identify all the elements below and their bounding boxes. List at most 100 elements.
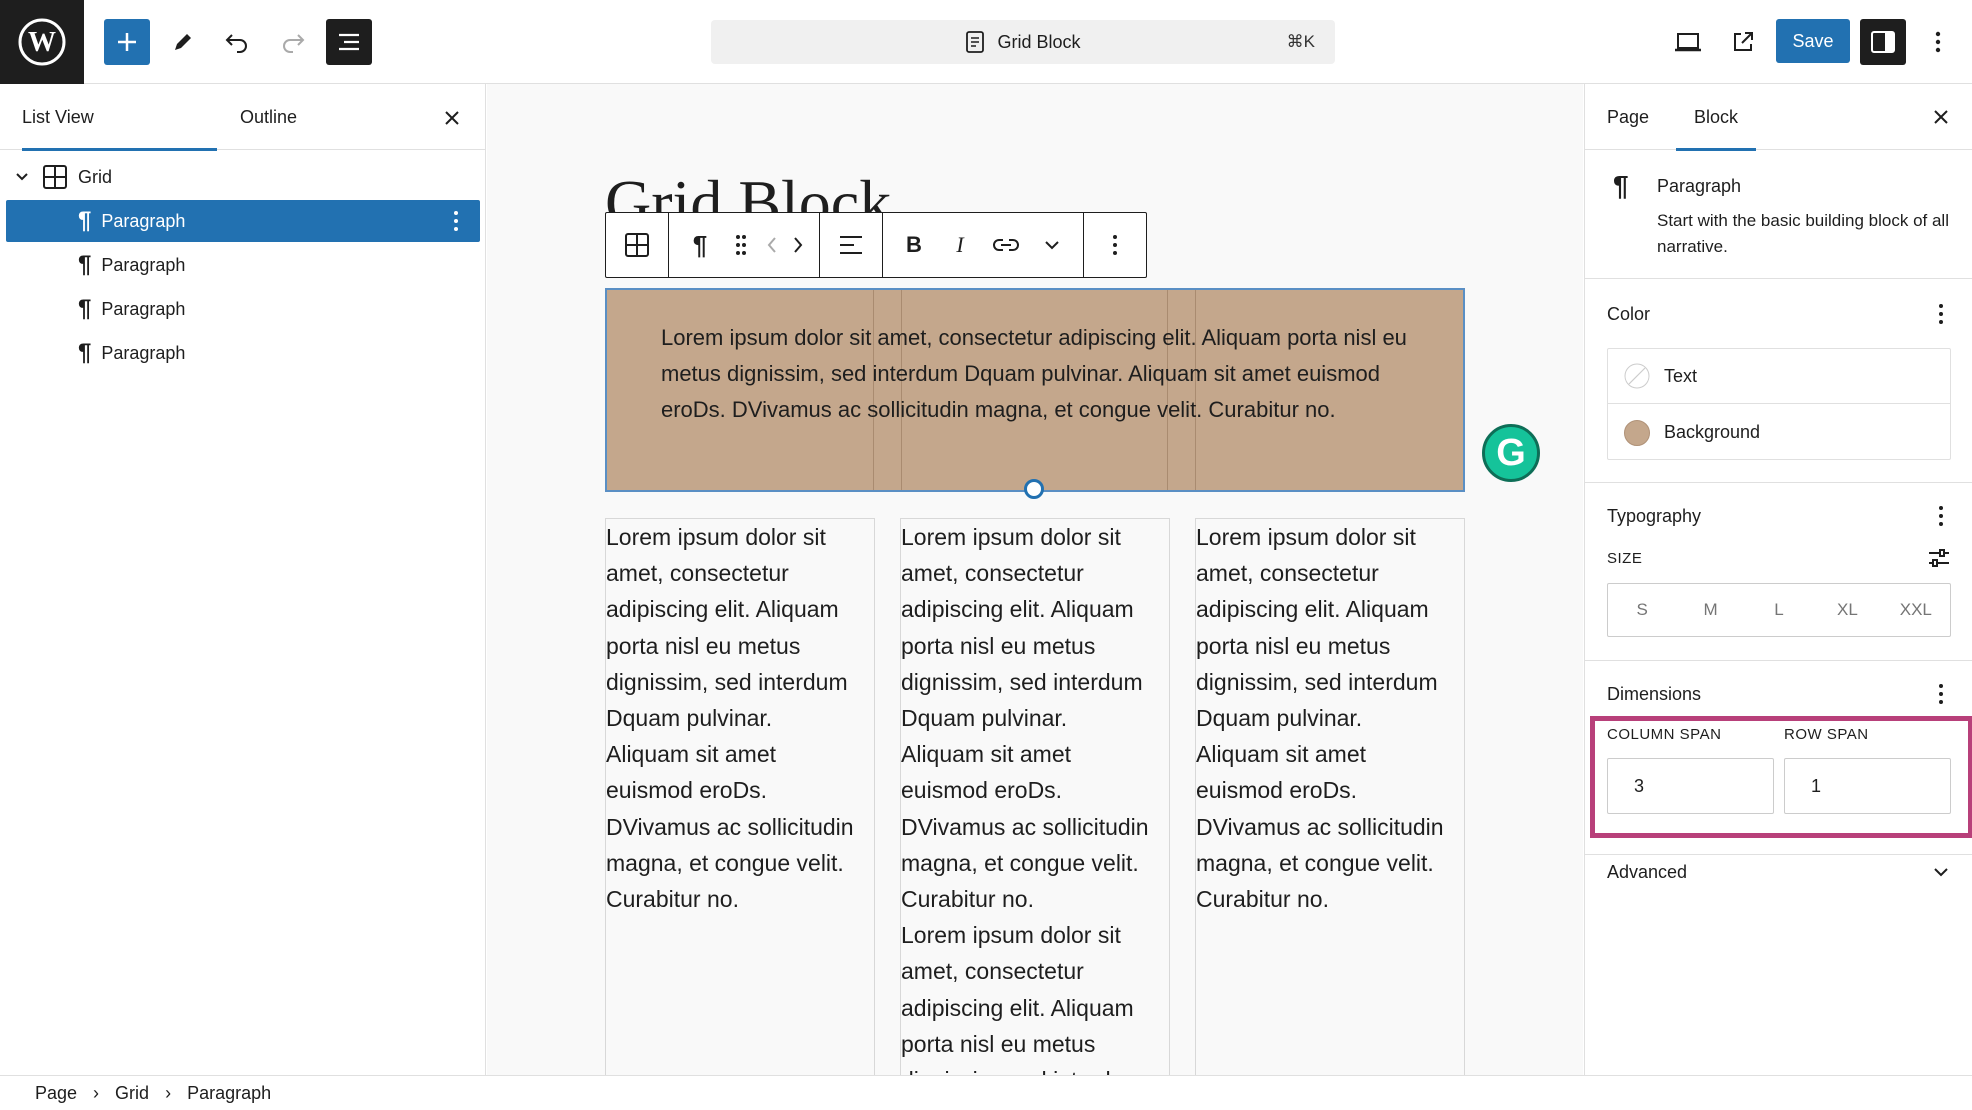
wordpress-icon: W: [18, 18, 66, 66]
inspector-tabs: Page Block: [1585, 84, 1972, 151]
page-title[interactable]: Grid Block: [605, 166, 891, 216]
settings-toggle-button[interactable]: [1860, 19, 1906, 65]
breadcrumb-item-grid[interactable]: Grid: [115, 1083, 149, 1104]
size-option-s[interactable]: S: [1608, 584, 1676, 636]
plus-icon: [118, 33, 136, 51]
tree-item-paragraph[interactable]: ¶ Paragraph: [6, 244, 480, 286]
chevron-down-icon[interactable]: [1933, 866, 1949, 878]
size-option-l[interactable]: L: [1745, 584, 1813, 636]
grid-icon: [625, 233, 649, 257]
color-section-title: Color: [1607, 304, 1651, 324]
color-option-label: Text: [1664, 365, 1698, 386]
grid-column-paragraph[interactable]: Lorem ipsum dolor sit amet, consectetur …: [1195, 518, 1465, 1075]
advanced-section-toggle[interactable]: Advanced: [1607, 862, 1687, 883]
custom-size-icon[interactable]: [1927, 548, 1951, 568]
divider: [1585, 278, 1972, 279]
size-option-xl[interactable]: XL: [1813, 584, 1881, 636]
kebab-icon[interactable]: [453, 210, 459, 232]
color-option-label: Background: [1664, 422, 1761, 442]
divider: [1585, 482, 1972, 483]
chevron-down-icon[interactable]: [14, 169, 30, 185]
add-block-button[interactable]: [104, 19, 150, 65]
kebab-icon[interactable]: [1933, 302, 1949, 326]
tools-button[interactable]: [160, 19, 206, 65]
svg-text:W: W: [28, 27, 56, 58]
block-card-description: Start with the basic building block of a…: [1657, 211, 1949, 256]
tree-item-paragraph[interactable]: ¶ Paragraph: [6, 332, 480, 374]
block-options-button[interactable]: [1092, 222, 1138, 268]
italic-button[interactable]: I: [937, 222, 983, 268]
block-type-button[interactable]: ¶: [677, 222, 723, 268]
view-page-button[interactable]: [1720, 19, 1766, 65]
kebab-icon: [1113, 235, 1117, 255]
chevron-right-icon: ›: [165, 1082, 172, 1103]
redo-icon: [283, 34, 305, 53]
tree-item-label: Grid: [78, 166, 113, 187]
grammarly-button[interactable]: G: [1482, 424, 1540, 482]
paragraph-icon: ¶: [78, 339, 92, 366]
align-text-button[interactable]: [828, 222, 874, 268]
paragraph-text[interactable]: Lorem ipsum dolor sit amet, consectetur …: [1196, 519, 1464, 917]
paragraph-icon: ¶: [1613, 170, 1629, 201]
paragraph-text[interactable]: Lorem ipsum dolor sit amet, consectetur …: [901, 519, 1169, 1075]
resize-handle[interactable]: [1024, 479, 1044, 499]
tree-item-grid[interactable]: Grid: [6, 156, 480, 198]
chevron-left-icon: [767, 237, 776, 253]
background-color-option[interactable]: Background: [1608, 405, 1950, 460]
shortcut-hint: ⌘K: [1286, 32, 1315, 51]
italic-icon: I: [956, 232, 964, 257]
tree-item-paragraph[interactable]: ¶ Paragraph: [6, 288, 480, 330]
tab-label: Block: [1694, 106, 1739, 127]
tab-outline[interactable]: Outline: [240, 84, 297, 150]
desktop-icon: [1675, 33, 1701, 52]
move-left-button[interactable]: [759, 222, 785, 268]
document-title: Grid Block: [997, 31, 1081, 52]
wordpress-logo[interactable]: W: [0, 0, 84, 84]
save-button[interactable]: Save: [1776, 19, 1850, 63]
close-list-view-button[interactable]: [440, 106, 464, 130]
tab-page[interactable]: Page: [1607, 84, 1649, 150]
tab-list-view[interactable]: List View: [22, 84, 217, 151]
command-palette-bar[interactable]: Grid Block ⌘K: [711, 20, 1335, 64]
paragraph-text[interactable]: Lorem ipsum dolor sit amet, consectetur …: [606, 519, 874, 917]
undo-icon: [225, 34, 247, 53]
format-group: B I: [883, 213, 1084, 277]
move-right-button[interactable]: [785, 222, 811, 268]
preview-button[interactable]: [1665, 19, 1711, 65]
list-view-tabs: List View Outline: [0, 84, 485, 151]
sidebar-icon: [1871, 31, 1895, 53]
row-span-input[interactable]: 1: [1784, 758, 1951, 814]
close-inspector-button[interactable]: [1929, 105, 1953, 129]
tree-item-paragraph[interactable]: ¶ Paragraph: [6, 200, 480, 242]
grid-column-paragraph[interactable]: Lorem ipsum dolor sit amet, consectetur …: [900, 518, 1170, 1075]
selected-paragraph-block[interactable]: Lorem ipsum dolor sit amet, consectetur …: [605, 288, 1465, 492]
tab-block[interactable]: Block: [1675, 84, 1757, 151]
size-option-xxl[interactable]: XXL: [1882, 584, 1950, 636]
grammarly-icon: G: [1496, 431, 1526, 474]
text-color-option[interactable]: Text: [1608, 349, 1950, 404]
background-swatch: [1624, 419, 1650, 446]
select-parent-button[interactable]: [614, 222, 660, 268]
link-icon: [993, 239, 1019, 251]
bold-button[interactable]: B: [891, 222, 937, 268]
more-formats-button[interactable]: [1029, 222, 1075, 268]
document-overview-button[interactable]: [326, 19, 372, 65]
page-icon: [966, 31, 985, 53]
options-group: [1084, 213, 1146, 277]
kebab-icon[interactable]: [1933, 504, 1949, 528]
column-span-input[interactable]: 3: [1607, 758, 1774, 814]
breadcrumb-item-page[interactable]: Page: [35, 1083, 77, 1104]
dimensions-section-title: Dimensions: [1607, 684, 1702, 704]
size-option-m[interactable]: M: [1676, 584, 1744, 636]
align-group: [820, 213, 883, 277]
kebab-icon[interactable]: [1933, 682, 1949, 706]
paragraph-text[interactable]: Lorem ipsum dolor sit amet, consectetur …: [661, 320, 1441, 428]
redo-button[interactable]: [270, 19, 316, 65]
editor-canvas[interactable]: Grid Block ¶ B I Lorem ipsum dolor sit a…: [487, 84, 1583, 1075]
drag-handle[interactable]: [723, 222, 759, 268]
link-button[interactable]: [983, 222, 1029, 268]
options-menu-button[interactable]: [1915, 19, 1961, 65]
breadcrumb-item-paragraph[interactable]: Paragraph: [187, 1083, 271, 1104]
grid-column-paragraph[interactable]: Lorem ipsum dolor sit amet, consectetur …: [605, 518, 875, 1075]
undo-button[interactable]: [214, 19, 260, 65]
